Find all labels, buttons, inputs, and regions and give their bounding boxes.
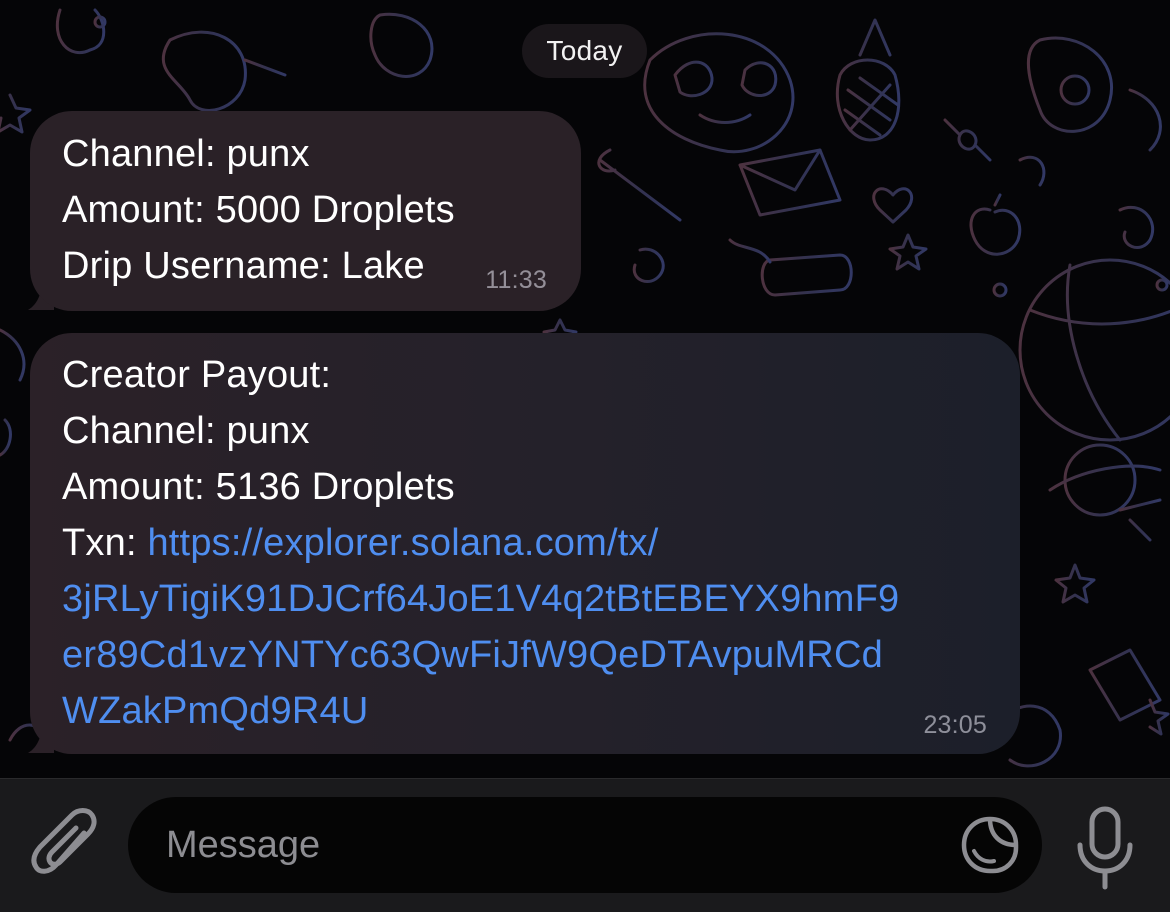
sticker-icon[interactable] (960, 815, 1020, 875)
message-bubble[interactable]: Channel: punx Amount: 5000 Droplets Drip… (30, 111, 581, 311)
date-separator: Today (522, 24, 647, 78)
message-timestamp: 11:33 (485, 266, 547, 294)
message-bubble[interactable]: Creator Payout: Channel: punx Amount: 51… (30, 333, 1020, 754)
chat-screen: Today Channel: punx Amount: 5000 Droplet… (0, 0, 1170, 912)
message-input[interactable] (166, 797, 946, 893)
transaction-link[interactable]: er89Cd1vzYNTYc63QwFiJfW9QeDTAvpuMRCd (62, 627, 1020, 683)
message-line-txn: Txn: https://explorer.solana.com/tx/ (62, 515, 1020, 571)
transaction-link[interactable]: 3jRLyTigiK91DJCrf64JoE1V4q2tBtEBEYX9hmF9 (62, 571, 1020, 627)
message-timestamp: 23:05 (923, 711, 987, 739)
message-line: Amount: 5136 Droplets (62, 466, 455, 508)
message-composer (0, 778, 1170, 912)
message-line: Amount: 5000 Droplets (62, 189, 455, 231)
message-line: Creator Payout: (62, 354, 332, 396)
transaction-link[interactable]: WZakPmQd9R4U (62, 683, 1020, 739)
paperclip-icon[interactable] (30, 807, 100, 887)
microphone-icon[interactable] (1072, 805, 1138, 891)
message-line: Channel: punx (62, 410, 310, 452)
message-line: Channel: punx (62, 133, 310, 175)
transaction-link[interactable]: https://explorer.solana.com/tx/ (147, 522, 658, 564)
txn-label: Txn: (62, 522, 148, 564)
message-field (128, 797, 1042, 893)
